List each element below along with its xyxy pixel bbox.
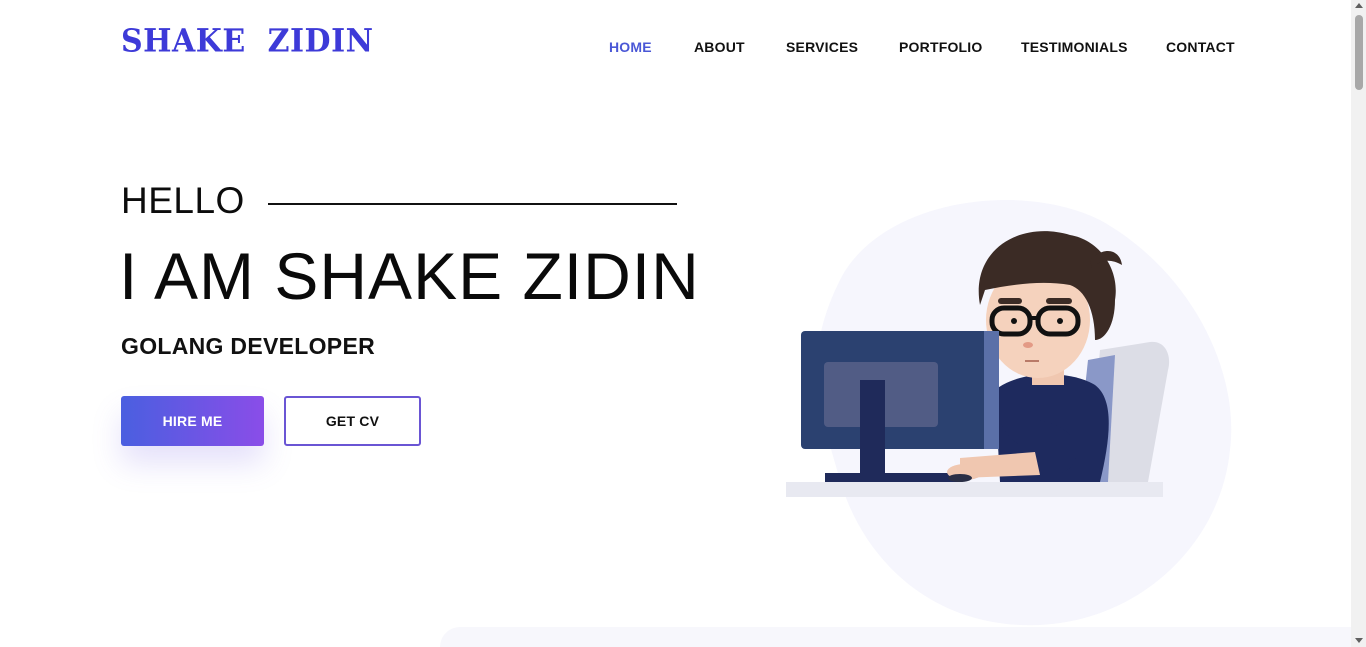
nav-item-services[interactable]: SERVICES (786, 39, 858, 55)
site-header: SHAKE ZIDIN HOME ABOUT SERVICES PORTFOLI… (0, 0, 1351, 95)
nav-item-portfolio[interactable]: PORTFOLIO (899, 39, 982, 55)
nav-item-about[interactable]: ABOUT (694, 39, 745, 55)
monitor-stand (860, 380, 885, 476)
hire-me-button[interactable]: HIRE ME (121, 396, 264, 446)
hero-subtitle: GOLANG DEVELOPER (121, 333, 375, 359)
scroll-thumb[interactable] (1355, 15, 1363, 90)
page-scrollbar[interactable] (1351, 0, 1366, 647)
scroll-down-arrow-icon[interactable] (1355, 638, 1363, 643)
developer-at-computer-illustration (786, 200, 1232, 626)
desk (786, 482, 1163, 497)
hero-title: I AM SHAKE ZIDIN (119, 239, 700, 313)
nav-item-home[interactable]: HOME (609, 39, 652, 55)
greeting-divider (268, 203, 677, 205)
hero-greeting: HELLO (121, 180, 245, 221)
mouse (948, 474, 972, 482)
nav-item-testimonials[interactable]: TESTIMONIALS (1021, 39, 1128, 55)
monitor-base (825, 473, 960, 482)
nav-item-contact[interactable]: CONTACT (1166, 39, 1235, 55)
get-cv-button[interactable]: GET CV (284, 396, 421, 446)
scroll-up-arrow-icon[interactable] (1355, 3, 1363, 8)
next-section-edge (440, 627, 1351, 647)
main-nav: HOME ABOUT SERVICES PORTFOLIO TESTIMONIA… (0, 39, 1351, 59)
